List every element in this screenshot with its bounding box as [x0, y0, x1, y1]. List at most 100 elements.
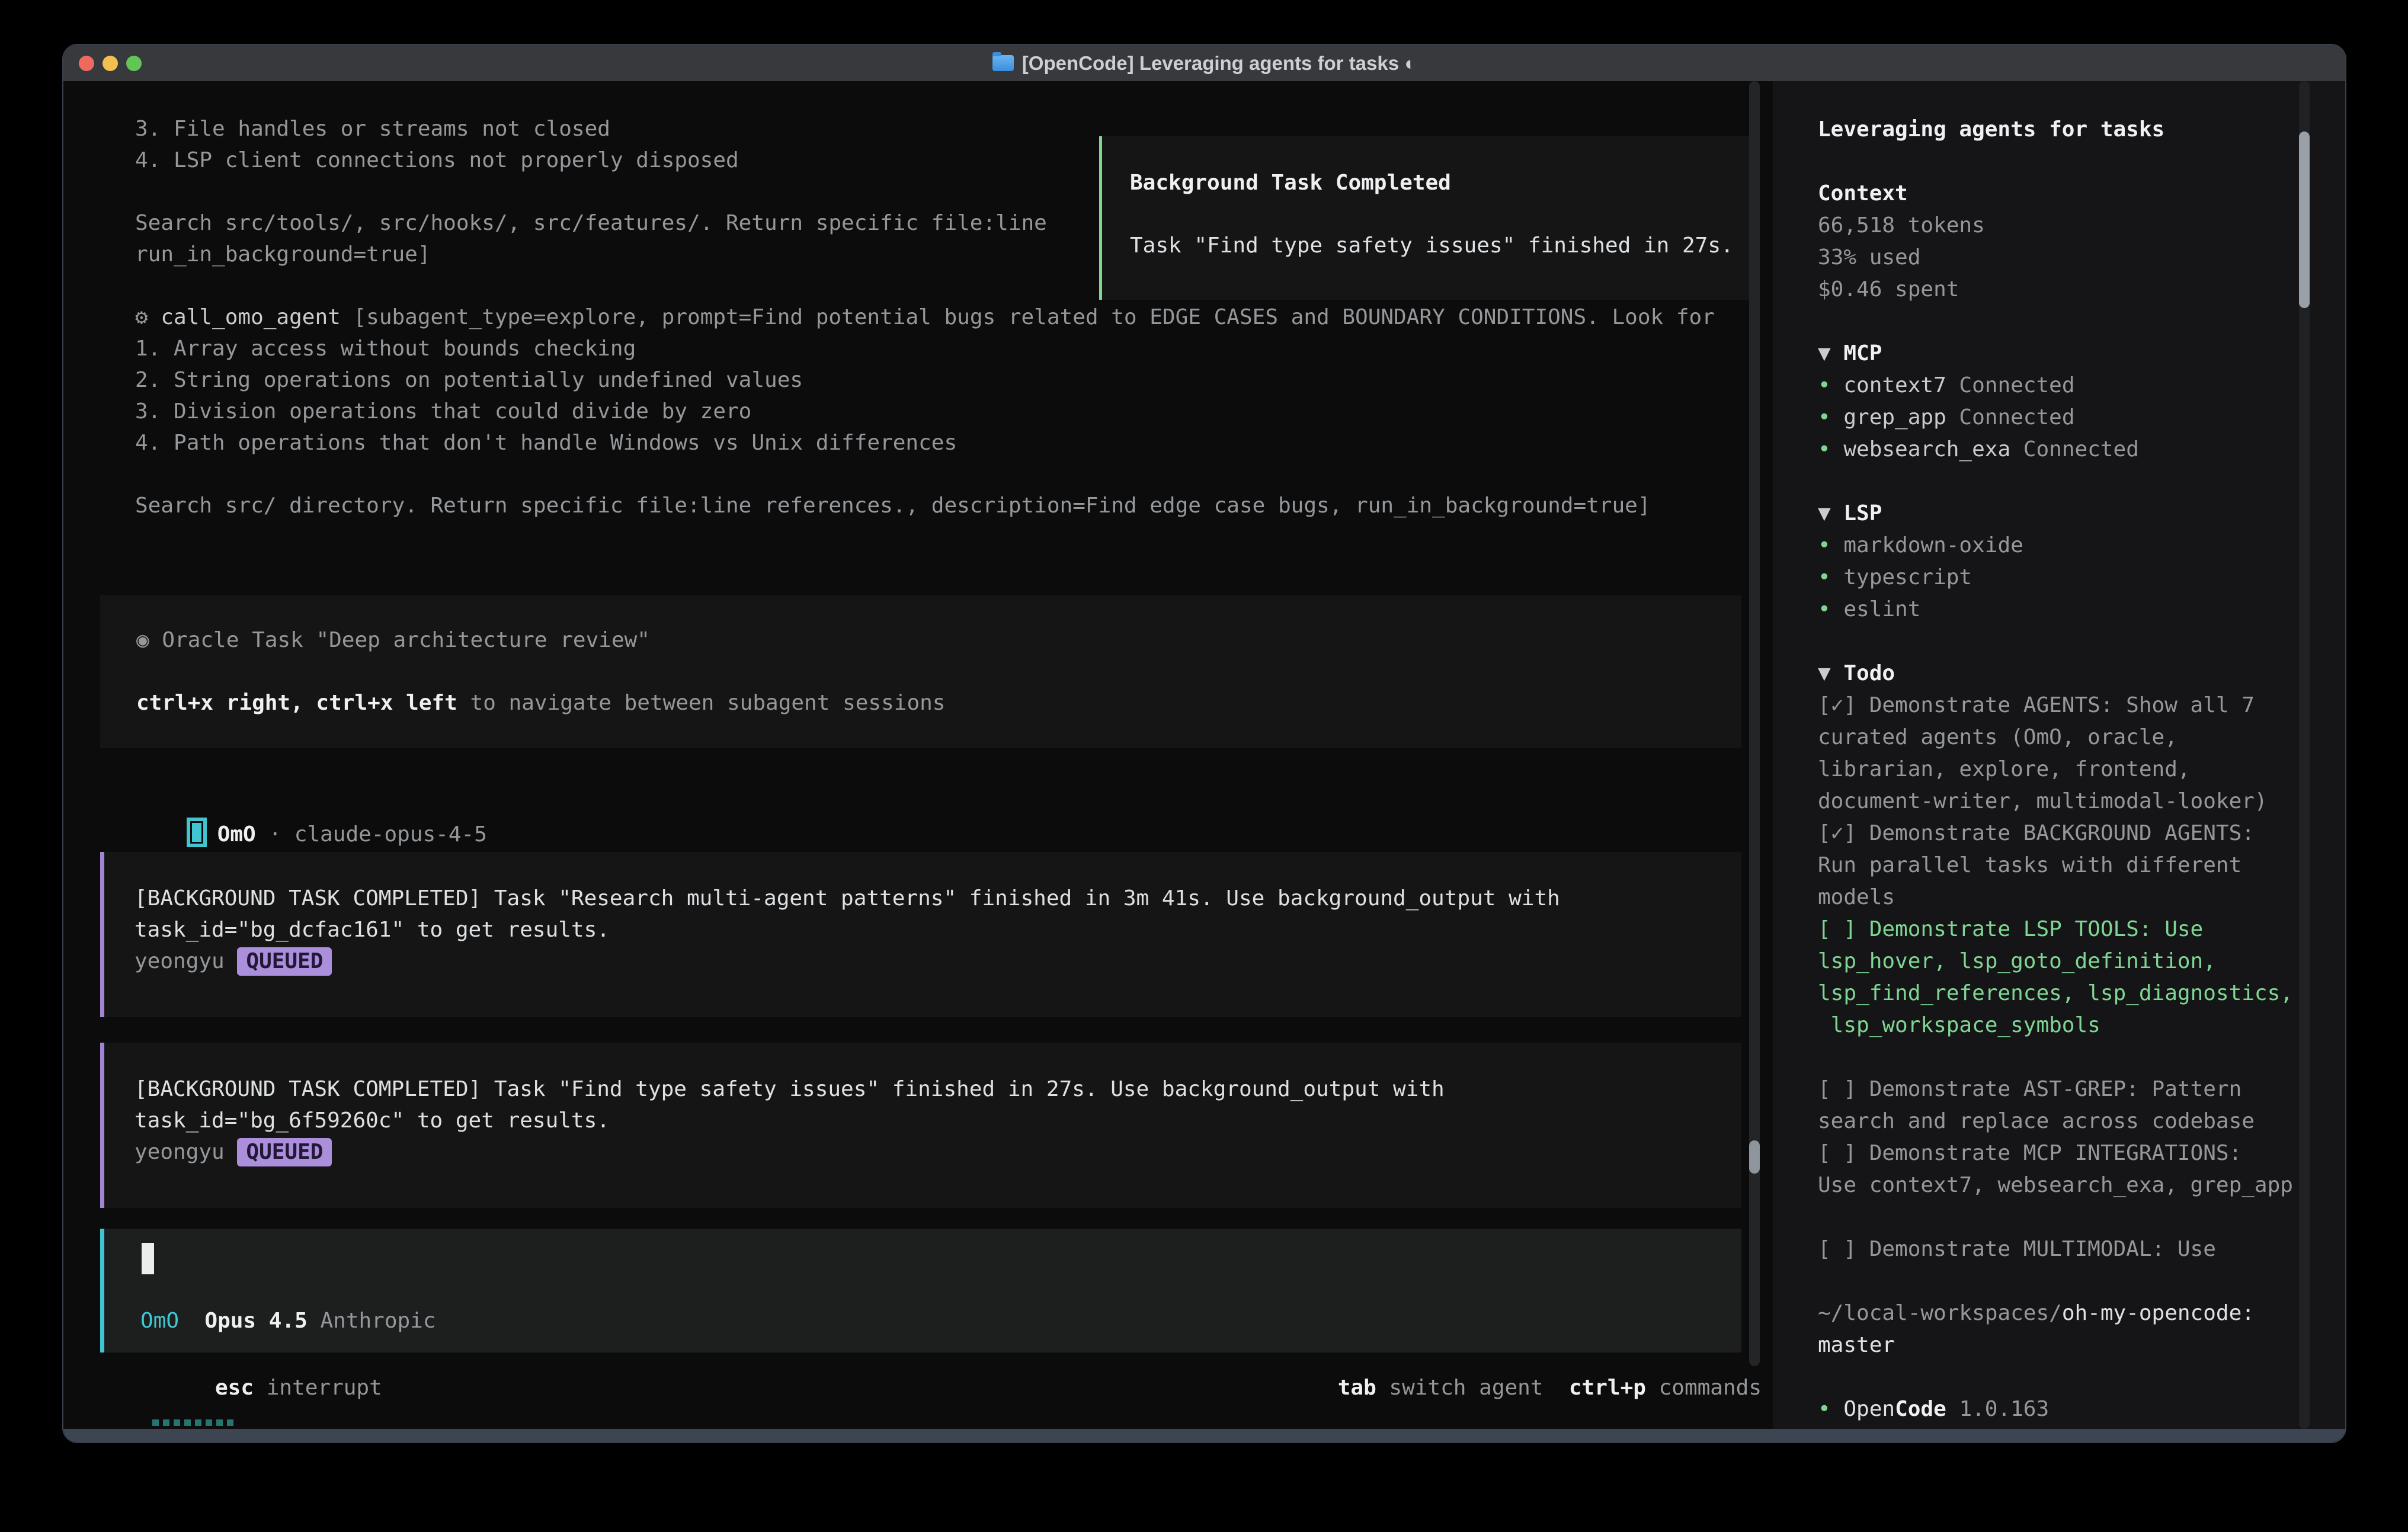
text-line: search and replace across codebase: [1818, 1105, 2327, 1137]
text-line: [1818, 1201, 2327, 1233]
text-line: [1818, 146, 2327, 178]
text-segment: run_in_background=true]: [135, 242, 431, 267]
text-line: [1818, 1041, 2327, 1073]
text-line: master: [1818, 1329, 2327, 1361]
text-line: 3. Division operations that could divide…: [135, 396, 1743, 427]
text-line: [✓] Demonstrate BACKGROUND AGENTS:: [1818, 818, 2327, 850]
text-segment: websearch_exa: [1843, 437, 2010, 461]
text-line: ◉ Oracle Task "Deep architecture review": [136, 624, 1741, 656]
bullet-icon: •: [1818, 533, 1843, 557]
window-title: [OpenCode] Leveraging agents for tasks ◐: [1022, 52, 1416, 75]
main-scrollbar-track[interactable]: [1749, 81, 1760, 1366]
text-segment: Use context7, websearch_exa, grep_app: [1818, 1173, 2293, 1197]
text-line: • grep_app Connected: [1818, 402, 2327, 434]
close-button[interactable]: [79, 56, 94, 71]
folder-icon: [992, 55, 1014, 71]
text-segment: search and replace across codebase: [1818, 1109, 2255, 1133]
background-task-message-2: [BACKGROUND TASK COMPLETED] Task "Find t…: [100, 1043, 1741, 1208]
text-segment: lsp_hover, lsp_goto_definition,: [1818, 949, 2216, 973]
context-heading: Context: [1818, 181, 1908, 206]
text-line: Search src/ directory. Return specific f…: [135, 490, 1743, 521]
context-used: 33% used: [1818, 245, 1920, 270]
text-line: [1818, 466, 2327, 498]
text-line: Background Task Completed: [1130, 167, 1755, 198]
text-line: $0.46 spent: [1818, 274, 2327, 306]
lsp-heading: LSP: [1843, 501, 1882, 525]
workspace-name: oh-my-opencode:: [2062, 1301, 2255, 1325]
text-segment: switch agent: [1376, 1376, 1544, 1400]
message-author: yeongyu: [135, 1140, 237, 1164]
text-segment: ·: [256, 822, 294, 847]
text-line: • context7 Connected: [1818, 370, 2327, 402]
text-segment: commands: [1646, 1376, 1762, 1400]
text-line: ▼ LSP: [1818, 498, 2327, 530]
text-segment: Connected: [2010, 437, 2139, 461]
session-title: Leveraging agents for tasks: [1818, 117, 2164, 142]
text-segment: models: [1818, 885, 1895, 909]
text-segment: ⚙: [135, 305, 161, 329]
text-line: [1130, 198, 1755, 230]
text-segment: 1. Array access without bounds checking: [135, 336, 636, 361]
text-line: lsp_find_references, lsp_diagnostics,: [1818, 977, 2327, 1009]
bullet-icon: •: [1818, 597, 1843, 621]
text-segment: curated agents (OmO, oracle,: [1818, 725, 2178, 749]
text-segment: markdown-oxide: [1843, 533, 2023, 557]
text-line: lsp_workspace_symbols: [1818, 1009, 2327, 1041]
text-line: 4. Path operations that don't handle Win…: [135, 427, 1743, 459]
text-segment: [308, 1309, 321, 1333]
text-segment: [BACKGROUND TASK COMPLETED] Task "Resear…: [135, 886, 1560, 911]
text-segment: lsp_find_references, lsp_diagnostics,: [1818, 981, 2293, 1005]
collapse-triangle-icon: ▼: [1818, 341, 1843, 366]
text-line: task_id="bg_6f59260c" to get results.: [135, 1105, 1741, 1136]
text-segment: 4. LSP client connections not properly d…: [135, 148, 739, 172]
terminal-window: [OpenCode] Leveraging agents for tasks ◐…: [62, 44, 2346, 1443]
text-segment: lsp_workspace_symbols: [1818, 1013, 2100, 1037]
tool-call-name: call_omo_agent: [161, 305, 340, 329]
text-line: [ ] Demonstrate MCP INTEGRATIONS:: [1818, 1137, 2327, 1169]
window-titlebar[interactable]: [OpenCode] Leveraging agents for tasks ◐: [63, 45, 2345, 81]
desktop: { "window": { "title": "[OpenCode] Lever…: [0, 0, 2408, 1532]
text-segment: context7: [1843, 373, 1946, 398]
text-line: Leveraging agents for tasks: [1818, 114, 2327, 146]
notification-title: Background Task Completed: [1130, 171, 1451, 195]
queued-badge: QUEUED: [237, 947, 332, 976]
text-segment: Open: [1843, 1397, 1895, 1421]
text-segment: [✓] Demonstrate AGENTS: Show all 7: [1818, 693, 2255, 717]
text-line: • markdown-oxide: [1818, 530, 2327, 562]
text-segment: eslint: [1843, 597, 1920, 621]
text-segment: [ ] Demonstrate MULTIMODAL: Use: [1818, 1237, 2216, 1261]
todo-heading: Todo: [1843, 661, 1895, 685]
text-segment: grep_app: [1843, 405, 1946, 430]
input-model-line: OmO Opus 4.5 Anthropic: [140, 1305, 436, 1337]
mcp-heading: MCP: [1843, 341, 1882, 366]
text-segment: Run parallel tasks with different: [1818, 853, 2242, 877]
prompt-input[interactable]: OmO Opus 4.5 Anthropic: [100, 1229, 1741, 1352]
statusbar-right: tab switch agent ctrl+p commands: [1308, 1372, 1762, 1403]
bullet-icon: •: [1818, 565, 1843, 589]
key-tab: tab: [1338, 1376, 1376, 1400]
window-bottom-edge: [63, 1429, 2345, 1442]
input-provider-label: Anthropic: [320, 1309, 436, 1333]
text-line: yeongyu QUEUED: [135, 946, 1741, 977]
text-line: [1818, 306, 2327, 338]
minimize-button[interactable]: [103, 56, 118, 71]
text-segment: 3. File handles or streams not closed: [135, 117, 610, 141]
main-scrollbar-thumb[interactable]: [1749, 1140, 1760, 1174]
text-segment: Search src/ directory. Return specific f…: [135, 493, 1651, 518]
text-line: ▼ MCP: [1818, 338, 2327, 370]
text-segment: typescript: [1843, 565, 1972, 589]
sidebar-scrollbar-thumb[interactable]: [2299, 132, 2310, 308]
sidebar-scrollbar-track[interactable]: [2299, 81, 2310, 1429]
text-line: Run parallel tasks with different: [1818, 850, 2327, 882]
text-line: [ ] Demonstrate MULTIMODAL: Use: [1818, 1233, 2327, 1265]
bullet-icon: •: [1818, 405, 1843, 430]
key-ctrl-p: ctrl+p: [1569, 1376, 1646, 1400]
text-line: [135, 459, 1743, 490]
text-line: • OpenCode 1.0.163: [1818, 1393, 2327, 1425]
text-segment: [179, 1309, 204, 1333]
text-segment: Connected: [1946, 373, 2075, 398]
text-segment: [1544, 1376, 1569, 1400]
text-segment: librarian, explore, frontend,: [1818, 757, 2191, 781]
zoom-button[interactable]: [126, 56, 142, 71]
text-line: ctrl+x right, ctrl+x left to navigate be…: [136, 687, 1741, 719]
